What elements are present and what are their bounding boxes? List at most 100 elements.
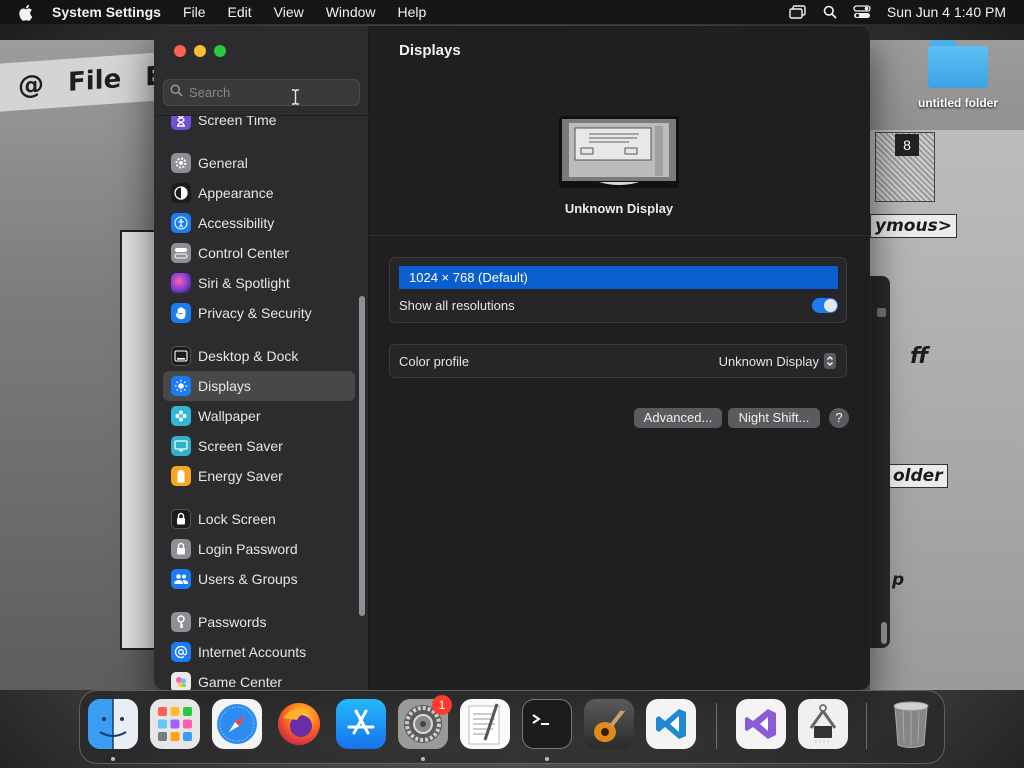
sidebar-item-label: Wallpaper xyxy=(198,408,261,424)
sidebar-item-label: Game Center xyxy=(198,674,283,690)
sidebar-item-label: Energy Saver xyxy=(198,468,283,484)
padlock-icon xyxy=(171,539,191,559)
sidebar-item-label: Login Password xyxy=(198,541,298,557)
sidebar-item-screen-time[interactable]: Screen Time xyxy=(163,116,355,135)
sidebar-item-appearance[interactable]: Appearance xyxy=(163,178,355,208)
help-button[interactable]: ? xyxy=(829,408,849,428)
dock: 1 xyxy=(79,690,945,764)
visual-studio-icon[interactable] xyxy=(736,699,786,749)
menu-app-name[interactable]: System Settings xyxy=(52,4,161,20)
sidebar-item-wallpaper[interactable]: Wallpaper xyxy=(163,401,355,431)
sidebar-item-siri-spotlight[interactable]: Siri & Spotlight xyxy=(163,268,355,298)
screen-mirroring-icon[interactable] xyxy=(789,5,807,19)
display-name: Unknown Display xyxy=(564,201,674,216)
vscode-icon[interactable] xyxy=(646,699,696,749)
screen-saver-icon xyxy=(171,436,191,456)
menu-file[interactable]: File xyxy=(183,4,206,20)
dock-icon xyxy=(171,346,191,366)
search-input[interactable] xyxy=(189,85,339,100)
menubar-clock[interactable]: Sun Jun 4 1:40 PM xyxy=(887,4,1006,20)
dock-separator xyxy=(716,703,717,749)
sun-icon xyxy=(171,376,191,396)
crt-menu-apple: @ xyxy=(18,69,44,102)
crt-menu-file: File xyxy=(68,64,122,98)
finder-running-indicator xyxy=(111,757,115,761)
text-cursor-icon xyxy=(292,89,299,105)
search-field[interactable] xyxy=(163,79,360,106)
advanced-button[interactable]: Advanced... xyxy=(634,408,722,428)
sidebar-item-desktop-dock[interactable]: Desktop & Dock xyxy=(163,341,355,371)
garageband-icon[interactable] xyxy=(584,699,634,749)
sidebar-item-energy-saver[interactable]: Energy Saver xyxy=(163,461,355,491)
sidebar-item-accessibility[interactable]: Accessibility xyxy=(163,208,355,238)
crt-text-older: older xyxy=(888,464,948,488)
sidebar-item-internet-accounts[interactable]: Internet Accounts xyxy=(163,637,355,667)
textedit-icon[interactable] xyxy=(460,699,510,749)
window-controls xyxy=(174,45,226,57)
terminal-running-indicator xyxy=(545,757,549,761)
sidebar-item-label: Siri & Spotlight xyxy=(198,275,290,291)
sidebar-item-passwords[interactable]: Passwords xyxy=(163,607,355,637)
sidebar-item-users-groups[interactable]: Users & Groups xyxy=(163,564,355,594)
sidebar-item-login-password[interactable]: Login Password xyxy=(163,534,355,564)
appearance-icon xyxy=(171,183,191,203)
sidebar-item-label: General xyxy=(198,155,248,171)
sidebar-scrollbar[interactable] xyxy=(359,296,365,616)
safari-icon[interactable] xyxy=(212,699,262,749)
sidebar-item-screen-saver[interactable]: Screen Saver xyxy=(163,431,355,461)
battery-icon xyxy=(171,466,191,486)
crt-text-ymous: ymous> xyxy=(870,214,957,238)
dock-separator xyxy=(866,703,867,749)
night-shift-button[interactable]: Night Shift... xyxy=(728,408,820,428)
sidebar-item-control-center[interactable]: Control Center xyxy=(163,238,355,268)
finder-icon[interactable] xyxy=(88,699,138,749)
sidebar-item-label: Users & Groups xyxy=(198,571,298,587)
sidebar-item-lock-screen[interactable]: Lock Screen xyxy=(163,504,355,534)
sidebar-item-game-center[interactable]: Game Center xyxy=(163,667,355,690)
page-title: Displays xyxy=(399,42,461,59)
sidebar-item-general[interactable]: General xyxy=(163,148,355,178)
sidebar-item-label: Internet Accounts xyxy=(198,644,307,660)
notification-badge: 1 xyxy=(432,695,452,715)
hourglass-icon xyxy=(171,116,191,130)
menu-window[interactable]: Window xyxy=(326,4,376,20)
apple-icon[interactable] xyxy=(18,4,36,21)
chevron-up-down-icon xyxy=(824,353,836,369)
display-thumbnail[interactable] xyxy=(559,116,679,188)
settings-sidebar: Screen Time General Appearance Accessibi xyxy=(154,26,369,690)
firefox-icon[interactable] xyxy=(274,699,324,749)
spotlight-search-icon[interactable] xyxy=(823,5,837,19)
show-all-resolutions-toggle[interactable] xyxy=(812,298,838,313)
control-center-icon[interactable] xyxy=(853,5,871,19)
app-store-icon[interactable] xyxy=(336,699,386,749)
menu-view[interactable]: View xyxy=(274,4,304,20)
zoom-window-button[interactable] xyxy=(214,45,226,57)
settings-running-indicator xyxy=(421,757,425,761)
terminal-icon[interactable] xyxy=(522,699,572,749)
system-information-icon[interactable] xyxy=(798,699,848,749)
key-icon xyxy=(171,612,191,632)
lock-icon xyxy=(171,509,191,529)
sidebar-item-label: Desktop & Dock xyxy=(198,348,299,364)
sidebar-item-displays[interactable]: Displays xyxy=(163,371,355,401)
main-divider xyxy=(369,235,870,236)
resolution-option-selected[interactable]: 1024 × 768 (Default) xyxy=(399,266,838,289)
crt-text-p: p xyxy=(892,570,905,590)
menu-edit[interactable]: Edit xyxy=(228,4,252,20)
color-profile-select[interactable]: Unknown Display xyxy=(719,353,836,369)
sidebar-item-privacy-security[interactable]: Privacy & Security xyxy=(163,298,355,328)
users-icon xyxy=(171,569,191,589)
accessibility-icon xyxy=(171,213,191,233)
sidebar-item-label: Accessibility xyxy=(198,215,275,231)
desktop-folder[interactable]: untitled folder xyxy=(912,40,1004,110)
sidebar-item-label: Screen Saver xyxy=(198,438,283,454)
minimize-window-button[interactable] xyxy=(194,45,206,57)
launchpad-icon[interactable] xyxy=(150,699,200,749)
trash-icon[interactable] xyxy=(886,699,936,749)
close-window-button[interactable] xyxy=(174,45,186,57)
siri-icon xyxy=(171,273,191,293)
scroll-up-icon[interactable] xyxy=(877,308,886,317)
sidebar-item-label: Privacy & Security xyxy=(198,305,312,321)
background-window-scrollbar[interactable] xyxy=(881,622,887,644)
menu-help[interactable]: Help xyxy=(398,4,427,20)
